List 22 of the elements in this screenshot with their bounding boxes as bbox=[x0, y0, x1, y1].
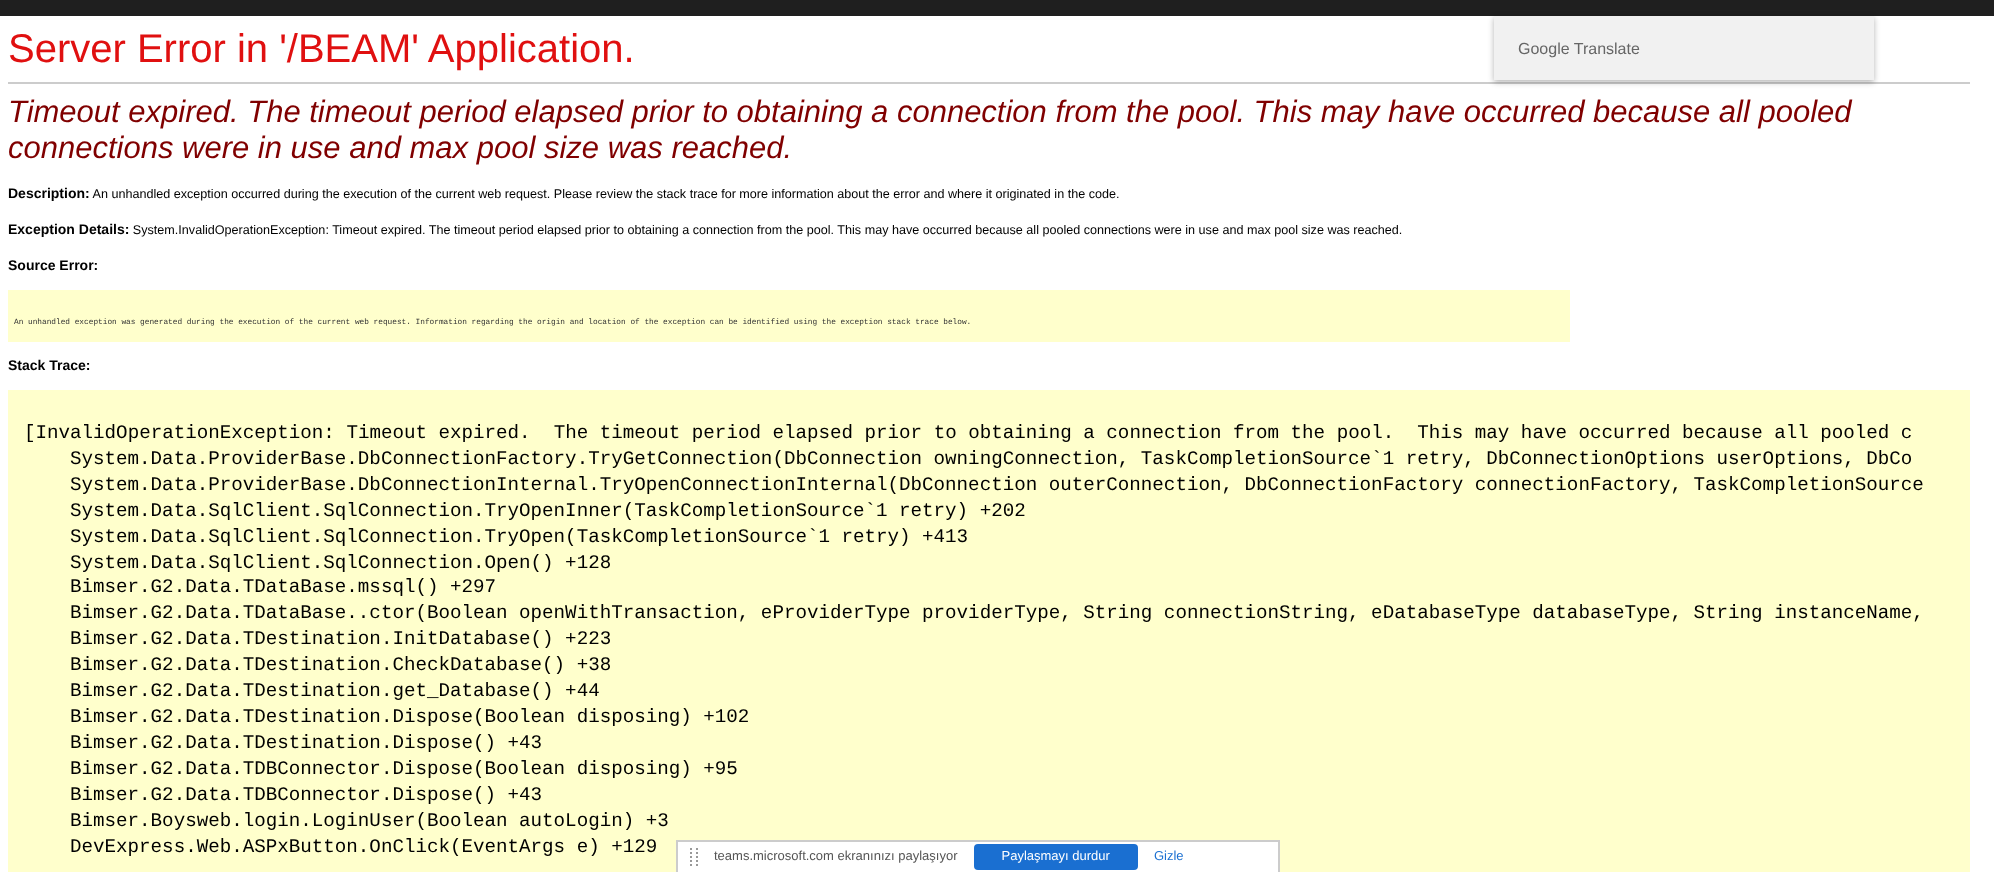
stack-trace-line: Bimser.G2.Data.TDestination.Dispose() +43 bbox=[68, 731, 543, 758]
stack-trace-line: System.Data.ProviderBase.DbConnectionInternal.TryOpenConnectionInternal(DbConnection outerConnection, DbConnectionFactory connectionFactory, TaskCompletionSource bbox=[68, 473, 1924, 500]
stack-trace-line: DevExpress.Web.ASPxButton.OnClick(EventArgs e) +129 bbox=[68, 835, 658, 861]
stack-trace-line: Bimser.G2.Data.TDataBase.mssql() +297 bbox=[68, 576, 497, 603]
stack-trace-line: System.Data.ProviderBase.DbConnectionFactory.TryGetConnection(DbConnection owningConnection, TaskCompletionSource`1 retry, DbConnectionOptions userOptions, DbCo bbox=[68, 447, 1913, 474]
translate-popup[interactable]: Google Translate bbox=[1494, 16, 1874, 80]
page-title: Server Error in '/BEAM' Application. bbox=[8, 28, 635, 74]
stack-trace-line: Bimser.G2.Data.TDBConnector.Dispose(Boolean disposing) +95 bbox=[68, 757, 738, 784]
stack-trace-line: System.Data.SqlClient.SqlConnection.TryOpenInner(TaskCompletionSource`1 retry) +202 bbox=[68, 499, 1026, 526]
drag-handle-icon[interactable] bbox=[690, 848, 698, 866]
stack-trace-line: Bimser.G2.Data.TDestination.InitDatabase() +223 bbox=[68, 628, 612, 655]
popup-label: Google Translate bbox=[1518, 39, 1640, 57]
error-message: Timeout expired. The timeout period elapsed prior to obtaining a connection from the pool. This may have occurred because all pooled connections were in use and max pool size was reached. bbox=[8, 96, 1854, 168]
stack-trace-line: Bimser.G2.Data.TDataBase..ctor(Boolean openWithTransaction, eProviderType providerType, String connectionString, eDatabaseType databaseType, String instanceName, bbox=[68, 602, 1924, 629]
stack-trace-line: Bimser.G2.Data.TDBConnector.Dispose() +43 bbox=[68, 783, 543, 810]
stack-trace-line: Bimser.G2.Data.TDestination.CheckDatabase() +38 bbox=[68, 654, 612, 681]
stack-trace-line: System.Data.SqlClient.SqlConnection.TryOpen(TaskCompletionSource`1 retry) +413 bbox=[68, 525, 969, 552]
stack-trace-line: [InvalidOperationException: Timeout expired. The timeout period elapsed prior to obtaining a connection from the pool. This may have occurred because all pooled c bbox=[24, 422, 1913, 448]
stack-trace-line: System.Data.SqlClient.SqlConnection.Open() +128 bbox=[68, 551, 612, 577]
stack-trace-line: Bimser.G2.Data.TDestination.get_Database() +44 bbox=[68, 680, 600, 706]
stack-trace-line: Bimser.G2.Data.TDestination.Dispose(Boolean disposing) +102 bbox=[68, 705, 750, 732]
stack-trace-line: Bimser.Boysweb.login.LoginUser(Boolean autoLogin) +3 bbox=[68, 809, 669, 835]
